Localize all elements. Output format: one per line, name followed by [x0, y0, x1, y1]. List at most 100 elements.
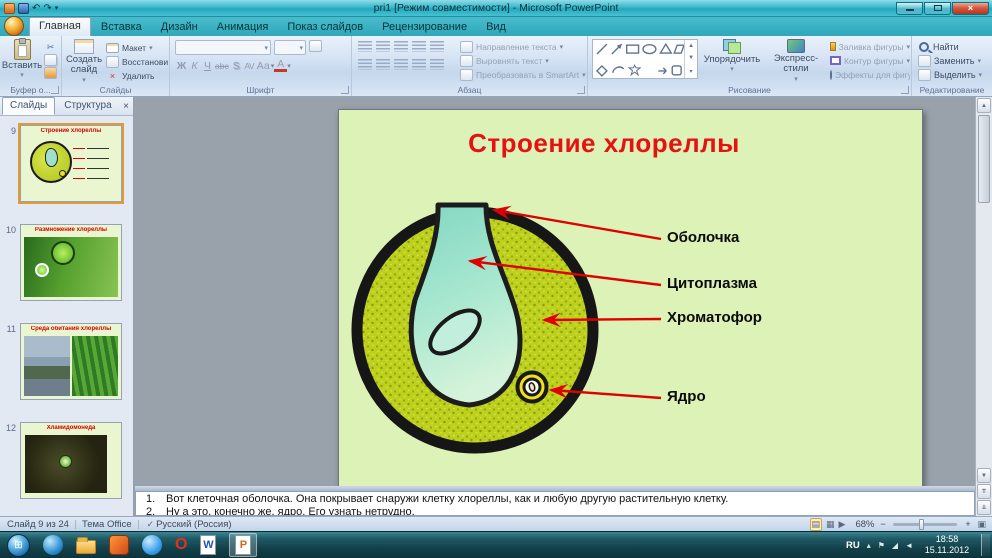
label-nucleus[interactable]: Ядро	[667, 388, 706, 405]
justify-icon[interactable]	[412, 59, 426, 70]
align-left-icon[interactable]	[358, 59, 372, 70]
fit-to-window-button[interactable]: ▣	[977, 519, 986, 530]
slide-11-thumbnail[interactable]: Среда обитания хлореллы	[20, 323, 122, 400]
text-direction-button[interactable]: Направление текста ▾	[460, 40, 586, 53]
label-cytoplasm[interactable]: Цитоплазма	[667, 275, 757, 292]
minimize-button[interactable]	[896, 2, 923, 15]
paragraph-dialog-launcher[interactable]	[577, 86, 585, 94]
spellcheck-icon[interactable]: ✓	[147, 519, 155, 530]
clipboard-dialog-launcher[interactable]	[51, 86, 59, 94]
bullets-icon[interactable]	[358, 41, 372, 52]
underline-button[interactable]: Ч	[201, 60, 214, 72]
theme-name[interactable]: Тема Office	[82, 519, 132, 530]
tab-design[interactable]: Дизайн	[152, 19, 207, 36]
align-center-icon[interactable]	[376, 59, 390, 70]
clear-formatting-icon[interactable]	[309, 40, 322, 52]
taskbar-opera-icon[interactable]: O	[175, 536, 187, 554]
label-membrane[interactable]: Оболочка	[667, 229, 739, 246]
slide-canvas[interactable]: Строение хлореллы Оболочка Цитоплазма Хр…	[135, 97, 975, 486]
decrease-indent-icon[interactable]	[394, 41, 408, 52]
slide-9-thumbnail[interactable]: Строение хлореллы	[20, 125, 122, 202]
shapes-more-icon[interactable]: ▾	[690, 68, 693, 75]
line-spacing-icon[interactable]	[430, 41, 444, 52]
find-button[interactable]: Найти	[918, 40, 990, 53]
shapes-gallery[interactable]: ▲ ▼ ▾	[592, 39, 698, 79]
slideshow-button[interactable]: ▶	[839, 519, 846, 530]
strikethrough-button[interactable]: abc	[214, 61, 230, 71]
zoom-out-button[interactable]: −	[878, 519, 887, 529]
language-indicator[interactable]: Русский (Россия)	[156, 519, 231, 530]
taskbar-word-icon[interactable]: W	[200, 535, 216, 555]
font-dialog-launcher[interactable]	[341, 86, 349, 94]
layout-button[interactable]: Макет ▾	[106, 41, 168, 54]
taskbar-messenger-icon[interactable]	[142, 535, 162, 555]
notes-pane[interactable]: 1.Вот клеточная оболочка. Она покрывает …	[135, 491, 975, 516]
qat-dropdown-icon[interactable]: ▾	[55, 4, 59, 12]
taskbar-media-icon[interactable]	[109, 535, 129, 555]
shapes-scroll-down-icon[interactable]: ▼	[688, 55, 694, 61]
slide-12-thumbnail[interactable]: Хламидомонеда	[20, 422, 122, 499]
italic-button[interactable]: К	[188, 60, 201, 72]
drawing-dialog-launcher[interactable]	[901, 86, 909, 94]
redo-button[interactable]: ↷	[43, 3, 51, 14]
save-button[interactable]	[18, 3, 29, 14]
scroll-down-icon[interactable]: ▼	[977, 468, 991, 483]
vertical-scrollbar[interactable]: ▲ ▼ ⇈ ⇊	[975, 97, 992, 516]
undo-button[interactable]: ↶	[32, 3, 40, 14]
font-name-combo[interactable]: ▾	[175, 40, 271, 55]
close-button[interactable]: ×	[952, 2, 989, 15]
next-slide-icon[interactable]: ⇊	[977, 500, 991, 515]
language-switcher[interactable]: RU	[846, 540, 860, 551]
align-text-button[interactable]: Выровнять текст ▾	[460, 54, 586, 67]
tab-outline[interactable]: Структура	[56, 97, 119, 115]
select-button[interactable]: Выделить ▾	[918, 68, 990, 81]
slide-10-thumbnail[interactable]: Размножение хлореллы	[20, 224, 122, 301]
panel-close-icon[interactable]: ×	[123, 102, 129, 112]
shape-effects-button[interactable]: Эффекты для фигур ▾	[830, 68, 910, 81]
tab-view[interactable]: Вид	[477, 19, 515, 36]
slide-title[interactable]: Строение хлореллы	[349, 128, 859, 159]
zoom-slider-thumb[interactable]	[919, 519, 924, 530]
show-desktop-button[interactable]	[981, 534, 990, 556]
shape-outline-button[interactable]: Контур фигуры ▾	[830, 54, 910, 67]
replace-button[interactable]: Заменить ▾	[918, 54, 990, 67]
taskbar-powerpoint-icon[interactable]: P	[229, 533, 257, 557]
scroll-up-icon[interactable]: ▲	[977, 98, 991, 113]
label-chromatophore[interactable]: Хроматофор	[667, 309, 762, 326]
tab-home[interactable]: Главная	[29, 17, 91, 36]
font-color-button[interactable]: А	[274, 60, 287, 72]
taskbar-explorer-icon[interactable]	[76, 536, 96, 554]
format-painter-icon[interactable]	[44, 67, 57, 79]
new-slide-button[interactable]: Создать слайд ▾	[64, 39, 104, 84]
smartart-button[interactable]: Преобразовать в SmartArt ▾	[460, 68, 586, 81]
tab-animation[interactable]: Анимация	[208, 19, 278, 36]
tab-review[interactable]: Рецензирование	[373, 19, 476, 36]
shape-fill-button[interactable]: Заливка фигуры ▾	[830, 40, 910, 53]
hidden-icons-chevron[interactable]: ▴	[867, 541, 871, 550]
copy-icon[interactable]	[44, 54, 57, 66]
columns-icon[interactable]	[430, 59, 444, 70]
tab-slides[interactable]: Слайды	[2, 97, 55, 115]
normal-view-button[interactable]: ▤	[810, 518, 823, 531]
network-icon[interactable]: ◢	[892, 541, 898, 550]
paste-button[interactable]: Вставить ▾	[2, 39, 42, 80]
zoom-slider[interactable]	[893, 523, 957, 526]
previous-slide-icon[interactable]: ⇈	[977, 484, 991, 499]
start-button[interactable]: ⊞	[7, 534, 30, 557]
tab-slideshow[interactable]: Показ слайдов	[278, 19, 372, 36]
office-button[interactable]	[4, 16, 24, 36]
font-size-combo[interactable]: ▾	[274, 40, 306, 55]
volume-icon[interactable]: ◄	[905, 541, 913, 550]
align-right-icon[interactable]	[394, 59, 408, 70]
zoom-in-button[interactable]: +	[963, 519, 972, 529]
taskbar-browser-icon[interactable]	[43, 535, 63, 555]
current-slide[interactable]: Строение хлореллы Оболочка Цитоплазма Хр…	[338, 109, 923, 486]
increase-indent-icon[interactable]	[412, 41, 426, 52]
text-shadow-button[interactable]: S	[230, 60, 243, 72]
reset-button[interactable]: Восстановить	[106, 55, 168, 68]
quick-styles-button[interactable]: Экспресс-стили ▾	[764, 39, 828, 83]
cut-icon[interactable]: ✂	[44, 41, 57, 53]
clock[interactable]: 18:58 15.11.2012	[920, 534, 974, 556]
bold-button[interactable]: Ж	[175, 60, 188, 72]
delete-button[interactable]: × Удалить	[106, 69, 168, 82]
